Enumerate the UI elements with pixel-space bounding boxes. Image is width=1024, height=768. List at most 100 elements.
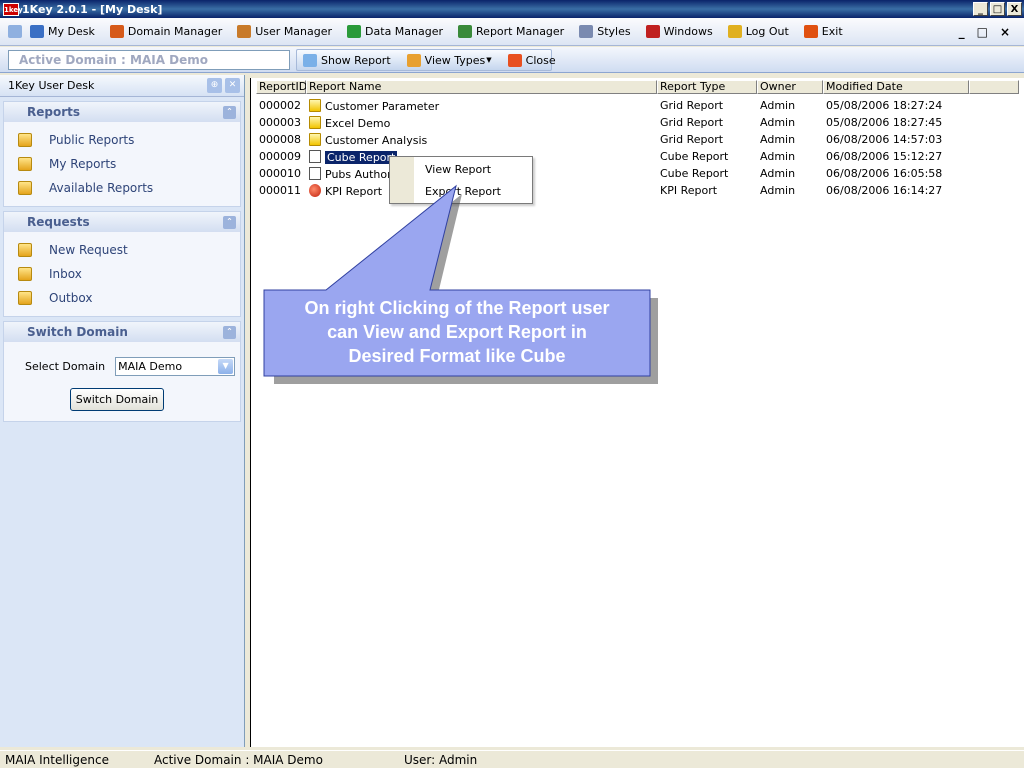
export-report-menu-item[interactable]: Export Report [425,185,501,198]
column-header[interactable]: ReportID [256,80,307,94]
switch-domain-section: Switch Domain ⌃ Select Domain MAIA Demo … [3,321,241,422]
switch-domain-button[interactable]: Switch Domain [70,388,164,411]
switch-domain-section-title: Switch Domain [27,325,128,339]
column-header-filler [969,80,1019,94]
collapse-icon[interactable]: ⌃ [223,215,236,229]
styles-icon [579,25,594,38]
monitor-icon [30,25,44,38]
reports-section: Reports ⌃ Public Reports My Reports Availa… [3,101,241,207]
menu-exit[interactable]: Exit [803,25,843,38]
chevron-down-icon[interactable]: ▼ [218,358,234,374]
task-outbox[interactable]: Outbox [18,286,240,310]
menu-report-manager[interactable]: Report Manager [458,25,564,38]
show-report-label: Show Report [321,53,391,67]
view-types-label: View Types [424,53,486,67]
kpi-report-icon [309,183,321,197]
table-cell-type: Grid Report [660,116,724,129]
table-cell-id: 000002 [259,99,301,112]
user-desk-header: 1Key User Desk ⊕ ✕ [0,75,244,97]
menu-user-manager[interactable]: User Manager [237,25,332,38]
logout-icon [727,25,742,38]
switch-domain-section-header[interactable]: Switch Domain ⌃ [4,322,240,342]
table-cell-id: 000008 [259,133,301,146]
task-label: Available Reports [49,181,154,195]
table-row[interactable]: 000002 Customer Parameter Grid Report Admin… [256,97,969,114]
table-cell-type: Grid Report [660,133,724,146]
mdi-restore-button[interactable]: □ [977,25,988,39]
column-header[interactable]: Report Name [306,80,657,94]
available-reports-icon [18,181,32,195]
task-inbox[interactable]: Inbox [18,262,240,286]
table-cell-name: Excel Demo [306,115,657,130]
pin-icon[interactable]: ⊕ [207,78,222,93]
menu-item-label: Data Manager [365,25,444,38]
table-cell-owner: Admin [760,99,796,112]
exit-icon [803,25,818,38]
menu-item-label: Exit [821,25,843,38]
table-cell-name: Customer Parameter [306,98,657,113]
reports-section-header[interactable]: Reports ⌃ [4,102,240,122]
task-new-request[interactable]: New Request [18,238,240,262]
table-row[interactable]: 000003 Excel Demo Grid Report Admin 05/08/20… [256,114,969,131]
back-icon[interactable] [8,25,22,38]
column-header[interactable]: Owner [757,80,823,94]
table-row[interactable]: 000009 Cube Report Cube Report Admin 06/08/2… [256,148,969,165]
menu-item-label: Styles [597,25,631,38]
table-row[interactable]: 000008 Customer Analysis Grid Report Admin 0… [256,131,969,148]
table-cell-id: 000003 [259,116,301,129]
menu-styles[interactable]: Styles [579,25,631,38]
view-types-button[interactable]: View Types ▼ [406,53,492,67]
table-cell-id: 000010 [259,167,301,180]
view-report-menu-item[interactable]: View Report [425,163,491,176]
outbox-icon [18,291,32,305]
callout-line: can View and Export Report in [327,322,587,342]
menu-my-desk[interactable]: My Desk [30,25,95,38]
table-row[interactable]: 000011 KPI Report KPI Report Admin 06/08/200… [256,182,969,199]
close-pane-icon[interactable]: ✕ [225,78,240,93]
user-icon [237,25,252,38]
active-domain-field: Active Domain : MAIA Demo [8,50,290,70]
menu-data-manager[interactable]: Data Manager [347,25,443,38]
select-domain-label: Select Domain [25,359,106,373]
minimize-button[interactable]: _ [973,2,988,16]
app-logo-icon: 1key [3,2,23,16]
report-name: Customer Analysis [325,133,428,147]
mdi-close-button[interactable]: × [1000,25,1010,39]
status-company: MAIA Intelligence [5,752,109,767]
task-available-reports[interactable]: Available Reports [18,176,240,200]
new-request-icon [18,243,32,257]
mdi-minimize-button[interactable]: _ [959,25,965,39]
task-public-reports[interactable]: Public Reports [18,128,240,152]
table-row[interactable]: 000010 Pubs Author V Cube Report Admin 06/08… [256,165,969,182]
table-cell-date: 06/08/2006 16:05:58 [826,167,943,180]
task-label: New Request [49,243,128,257]
menu-domain-manager[interactable]: Domain Manager [109,25,222,38]
status-user: User: Admin [404,752,478,767]
menu-log-out[interactable]: Log Out [727,25,789,38]
domain-select[interactable]: MAIA Demo ▼ [115,356,236,376]
callout-text: On right Clicking of the Report user can… [268,296,646,368]
table-cell-type: Cube Report [660,150,729,163]
show-report-button[interactable]: Show Report [303,53,391,67]
task-my-reports[interactable]: My Reports [18,152,240,176]
maximize-button[interactable]: □ [990,2,1005,16]
close-window-button[interactable]: X [1007,2,1022,16]
column-header[interactable]: Modified Date [823,80,969,94]
menu-windows[interactable]: Windows [645,25,713,38]
collapse-icon[interactable]: ⌃ [223,105,236,119]
report-toolbar: Show Report View Types ▼ Close [296,49,556,71]
column-header[interactable]: Report Type [657,80,757,94]
collapse-icon[interactable]: ⌃ [223,325,236,339]
requests-section-header[interactable]: Requests ⌃ [4,212,240,232]
status-active-domain: Active Domain : MAIA Demo [154,752,323,767]
task-label: Inbox [49,267,82,281]
table-cell-date: 06/08/2006 14:57:03 [826,133,943,146]
grid-report-icon [309,132,321,146]
menu-item-label: Windows [663,25,713,38]
user-desk-pane: 1Key User Desk ⊕ ✕ Reports ⌃ Public Repo… [0,75,245,747]
table-cell-owner: Admin [760,184,796,197]
task-label: My Reports [49,157,117,171]
close-report-button[interactable]: Close [507,53,556,67]
my-reports-icon [18,157,32,171]
callout-line: Desired Format like Cube [348,346,566,366]
